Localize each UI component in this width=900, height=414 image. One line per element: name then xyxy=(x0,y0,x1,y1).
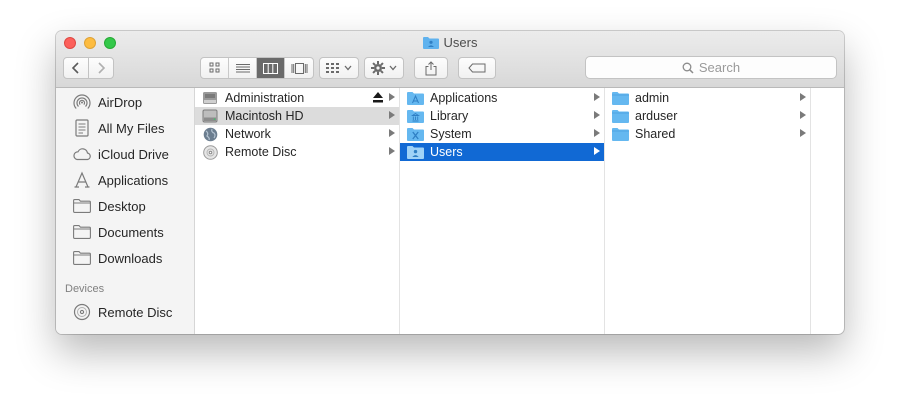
arrange-button[interactable] xyxy=(319,57,359,79)
column-view-button[interactable] xyxy=(257,58,285,78)
sidebar-item-icloud-drive[interactable]: iCloud Drive xyxy=(72,144,169,164)
search-field[interactable]: Search xyxy=(585,56,837,79)
users-folder-icon xyxy=(406,144,424,160)
chevron-right-icon xyxy=(800,93,806,101)
applications-folder-icon xyxy=(406,90,424,106)
share-button[interactable] xyxy=(414,57,448,79)
chevron-right-icon xyxy=(389,147,395,155)
chevron-right-icon xyxy=(389,129,395,137)
arrange-grid-icon xyxy=(326,63,339,73)
folder-icon xyxy=(611,90,629,106)
share-icon xyxy=(425,60,437,75)
back-button[interactable] xyxy=(63,57,89,79)
system-folder-icon xyxy=(406,126,424,142)
sidebar-heading-devices: Devices xyxy=(65,283,105,295)
folder-icon xyxy=(72,223,92,241)
folder-icon xyxy=(72,197,92,215)
browser-column-4 xyxy=(811,88,844,334)
tag-icon xyxy=(468,63,486,73)
list-icon xyxy=(235,63,250,72)
list-item-network[interactable]: Network xyxy=(195,125,399,143)
coverflow-view-button[interactable] xyxy=(285,58,313,78)
library-folder-icon xyxy=(406,108,424,124)
icon-view-button[interactable] xyxy=(201,58,229,78)
browser-column-3: admin arduser Shared xyxy=(605,88,811,334)
chevron-right-icon xyxy=(389,93,395,101)
sidebar-item-applications[interactable]: Applications xyxy=(72,170,168,190)
chevron-right-icon xyxy=(594,129,600,137)
list-item-system[interactable]: System xyxy=(400,125,604,143)
list-item-arduser[interactable]: arduser xyxy=(605,107,810,125)
list-item-macintosh-hd[interactable]: Macintosh HD xyxy=(195,107,399,125)
sidebar-item-desktop[interactable]: Desktop xyxy=(72,196,146,216)
finder-window: Users Search AirDrop All My Files iCloud… xyxy=(56,31,844,334)
list-item-library[interactable]: Library xyxy=(400,107,604,125)
sidebar-item-documents[interactable]: Documents xyxy=(72,222,164,242)
sidebar-item-downloads[interactable]: Downloads xyxy=(72,248,162,268)
chevron-down-icon xyxy=(389,65,397,71)
search-icon xyxy=(682,62,694,74)
all-files-icon xyxy=(72,119,92,137)
search-placeholder: Search xyxy=(698,60,741,75)
list-item-admin[interactable]: admin xyxy=(605,89,810,107)
tags-button[interactable] xyxy=(458,57,496,79)
browser-column-1: Administration Macintosh HD Network Remo… xyxy=(195,88,400,334)
chevron-right-icon xyxy=(594,147,600,155)
list-item-users[interactable]: Users xyxy=(400,143,604,161)
chevron-left-icon xyxy=(71,62,79,74)
network-globe-icon xyxy=(201,126,219,142)
grid-icon xyxy=(209,62,219,73)
disc-icon xyxy=(201,144,219,160)
list-item-remote-disc[interactable]: Remote Disc xyxy=(195,143,399,161)
sidebar-item-remote-disc[interactable]: Remote Disc xyxy=(72,302,172,322)
chevron-right-icon xyxy=(800,129,806,137)
title-bar: Users Search xyxy=(56,31,844,88)
airdrop-icon xyxy=(72,93,92,111)
list-item-applications[interactable]: Applications xyxy=(400,89,604,107)
view-mode-control[interactable] xyxy=(200,57,314,79)
chevron-right-icon xyxy=(594,111,600,119)
chevron-right-icon xyxy=(800,111,806,119)
eject-icon[interactable] xyxy=(373,92,383,103)
list-item-administration[interactable]: Administration xyxy=(195,89,399,107)
coverflow-icon xyxy=(291,62,307,74)
folder-icon xyxy=(72,249,92,267)
sidebar-item-airdrop[interactable]: AirDrop xyxy=(72,92,142,112)
browser-column-2: Applications Library System Users xyxy=(400,88,605,334)
gear-icon xyxy=(371,61,385,75)
hard-drive-icon xyxy=(201,108,219,124)
chevron-right-icon xyxy=(98,62,106,74)
cloud-icon xyxy=(72,145,92,163)
window-title: Users xyxy=(56,35,844,52)
sidebar-item-all-my-files[interactable]: All My Files xyxy=(72,118,164,138)
chevron-right-icon xyxy=(594,93,600,101)
sidebar: AirDrop All My Files iCloud Drive Applic… xyxy=(56,88,195,334)
chevron-down-icon xyxy=(344,65,352,71)
disc-icon xyxy=(72,303,92,321)
action-button[interactable] xyxy=(364,57,404,79)
list-item-shared[interactable]: Shared xyxy=(605,125,810,143)
window-title-text: Users xyxy=(443,35,478,50)
users-folder-icon xyxy=(422,36,439,52)
folder-icon xyxy=(611,108,629,124)
folder-icon xyxy=(611,126,629,142)
forward-button[interactable] xyxy=(88,57,114,79)
chevron-right-icon xyxy=(389,111,395,119)
drive-icon xyxy=(201,90,219,106)
list-view-button[interactable] xyxy=(229,58,257,78)
applications-icon xyxy=(72,171,92,189)
columns-icon xyxy=(263,62,278,74)
